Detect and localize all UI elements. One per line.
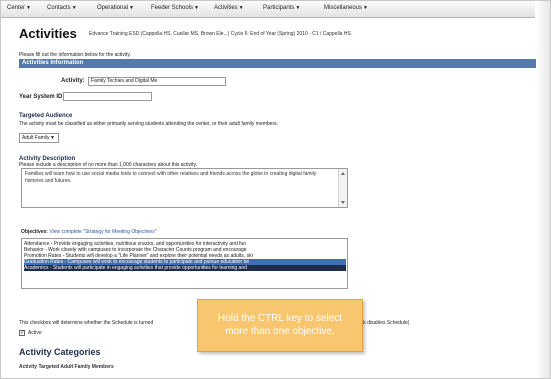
window-scroll-edge [536,1,550,378]
schedule-help-text-tail: eck disables Schedule) [358,320,410,326]
tooltip-line-1: Hold the CTRL key to select [217,313,343,324]
objectives-label-row: Objectives: View complete "Strategy for … [21,229,156,235]
strategy-link[interactable]: View complete "Strategy for Meeting Obje… [49,229,156,235]
scroll-up-icon[interactable] [341,172,345,175]
activity-label: Activity: [61,78,85,84]
nav-activities[interactable]: Activities▼ [214,5,244,11]
nav-feeder-schools[interactable]: Feeder Schools▼ [151,5,199,11]
audience-select[interactable]: Adult Family ▼ [19,133,59,143]
year-system-id-input[interactable] [63,92,152,101]
textarea-scrollbar[interactable] [338,169,347,207]
active-checkbox-label: Active [28,330,42,336]
instructions-text: Please fill out the information below fo… [19,52,131,58]
objectives-listbox[interactable]: Attendance - Provide engaging activities… [21,238,348,289]
nav-center[interactable]: Center▼ [7,5,31,11]
activity-description-text: Families will learn how to use social me… [25,171,317,184]
chevron-down-icon: ▼ [26,5,31,11]
chevron-down-icon: ▼ [50,135,55,141]
section-header: Activities Information [19,59,536,68]
chevron-down-icon: ▼ [71,5,77,11]
activity-description-textarea[interactable]: Families will learn how to use social me… [21,168,348,208]
chevron-down-icon: ▼ [129,5,134,11]
objectives-label: Objectives: [21,229,48,235]
activity-categories-subheading: Activity Targeted Adult Family Members [19,364,114,370]
ctrl-key-tooltip: Hold the CTRL key to select more than on… [197,299,363,352]
activity-input[interactable]: Family Techies and Digital Me [88,77,226,86]
page-breadcrumb: Edvance Training ESD (Cappella HS, Cuell… [89,31,351,37]
audience-select-value: Adult Family [22,135,50,141]
year-system-id-label: Year System ID: [19,94,65,100]
active-checkbox[interactable]: ✓ [19,330,25,336]
chevron-down-icon: ▼ [295,5,301,11]
page-title: Activities [19,26,77,41]
targeted-audience-heading: Targeted Audience [19,113,73,119]
chevron-down-icon: ▼ [238,5,244,11]
browser-frame: Center▼ Contacts▼ Operational▼ Feeder Sc… [0,0,551,379]
nav-participants[interactable]: Participants▼ [263,5,300,11]
scroll-down-icon[interactable] [341,201,345,204]
top-nav-bar: Center▼ Contacts▼ Operational▼ Feeder Sc… [1,1,535,18]
nav-operational[interactable]: Operational▼ [97,5,134,11]
nav-contacts[interactable]: Contacts▼ [47,5,77,11]
objective-option-selected[interactable]: Academics - Students will participate in… [24,265,346,271]
chevron-down-icon: ▼ [363,5,368,11]
schedule-help-text: This checkbox will determine whether the… [19,320,154,326]
tooltip-line-2: more than one objective. [225,326,335,337]
targeted-audience-description: The activity must be classified as eithe… [19,121,279,127]
chevron-down-icon: ▼ [194,5,199,11]
nav-miscellaneous[interactable]: Miscellaneous▼ [324,5,368,11]
activity-categories-heading: Activity Categories [19,347,101,357]
